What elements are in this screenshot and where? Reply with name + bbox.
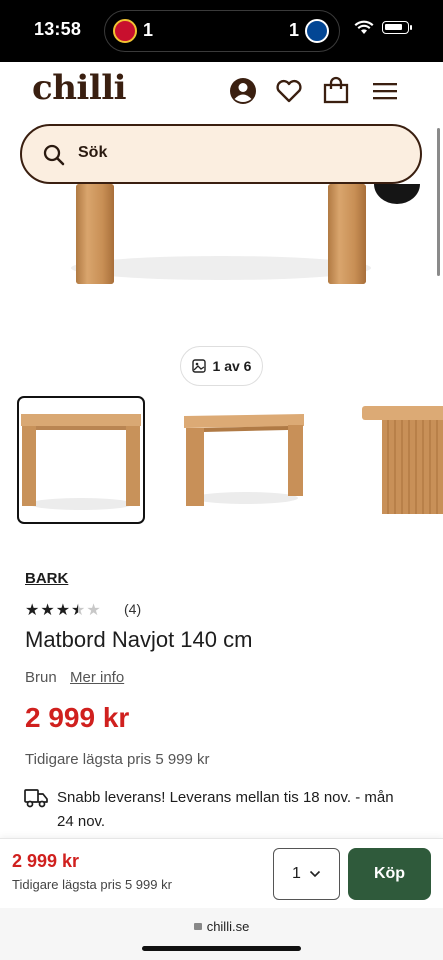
product-title: Matbord Navjot 140 cm: [25, 627, 253, 652]
star-icon-5: ★: [86, 602, 101, 619]
more-info-link[interactable]: Mer info: [70, 669, 124, 686]
search-input[interactable]: Sök: [78, 144, 107, 162]
delivery-info: Snabb leverans! Leverans mellan tis 18 n…: [57, 789, 394, 830]
star-icon-1: ★: [25, 602, 40, 619]
search-bar[interactable]: Sök: [20, 124, 422, 184]
status-indicators: [354, 20, 412, 35]
live-activity-score: 1 1: [104, 10, 340, 52]
away-club-icon: [305, 19, 329, 43]
search-icon: [43, 144, 65, 166]
thumbnail-image: [362, 406, 443, 514]
gallery-counter-text: 1 av 6: [212, 358, 252, 374]
thumbnail-2[interactable]: [178, 396, 306, 524]
address-bar[interactable]: chilli.se: [0, 919, 443, 934]
chilli-logo[interactable]: chilli: [32, 68, 127, 108]
star-icon-3: ★: [55, 602, 71, 619]
image-icon: [191, 359, 206, 373]
menu-icon[interactable]: [370, 76, 400, 106]
rating-stars[interactable]: ★ ★ ★ ★ ★: [25, 600, 101, 620]
product-color: Brun: [25, 669, 57, 686]
gallery-counter[interactable]: 1 av 6: [180, 346, 263, 386]
battery-icon: [382, 21, 412, 34]
product-image-main[interactable]: [0, 184, 443, 344]
account-icon[interactable]: [228, 76, 258, 106]
buy-button[interactable]: Köp: [348, 848, 431, 900]
chevron-down-icon: [309, 870, 321, 878]
cart-icon[interactable]: [321, 76, 351, 106]
star-icon-half: ★: [71, 602, 86, 619]
quantity-value: 1: [292, 865, 301, 882]
browser-bar: chilli.se: [0, 908, 443, 960]
quantity-select[interactable]: 1: [273, 848, 340, 900]
home-club-icon: [113, 19, 137, 43]
away-score: 1: [289, 20, 300, 40]
sticky-buy-bar: 2 999 kr Tidigare lägsta pris 5 999 kr 1…: [0, 838, 443, 908]
heart-icon[interactable]: [274, 76, 304, 106]
home-indicator[interactable]: [142, 946, 301, 951]
sticky-price: 2 999 kr: [12, 851, 80, 871]
thumbnail-3[interactable]: [356, 396, 443, 524]
wifi-icon: [354, 20, 374, 34]
home-score: 1: [143, 20, 154, 40]
previous-lowest-price: Tidigare lägsta pris 5 999 kr: [25, 751, 210, 768]
thumbnail-image: [184, 414, 304, 506]
site-header: chilli: [0, 62, 443, 124]
page-scrollbar[interactable]: [437, 128, 440, 276]
lock-icon: [193, 923, 202, 930]
product-price: 2 999 kr: [25, 702, 130, 733]
status-bar: 13:58 1 1: [0, 0, 443, 62]
status-time: 13:58: [34, 19, 82, 39]
brand-link[interactable]: BARK: [25, 570, 68, 587]
review-count[interactable]: (4): [124, 601, 141, 617]
delivery-truck-icon: [24, 789, 48, 808]
url-text: chilli.se: [206, 919, 250, 934]
table-image: [71, 184, 371, 284]
thumbnail-image: [21, 414, 141, 510]
thumbnail-1[interactable]: [17, 396, 145, 524]
thumbnail-strip: [0, 396, 443, 526]
star-icon-2: ★: [40, 602, 55, 619]
sticky-previous-price: Tidigare lägsta pris 5 999 kr: [12, 877, 172, 892]
